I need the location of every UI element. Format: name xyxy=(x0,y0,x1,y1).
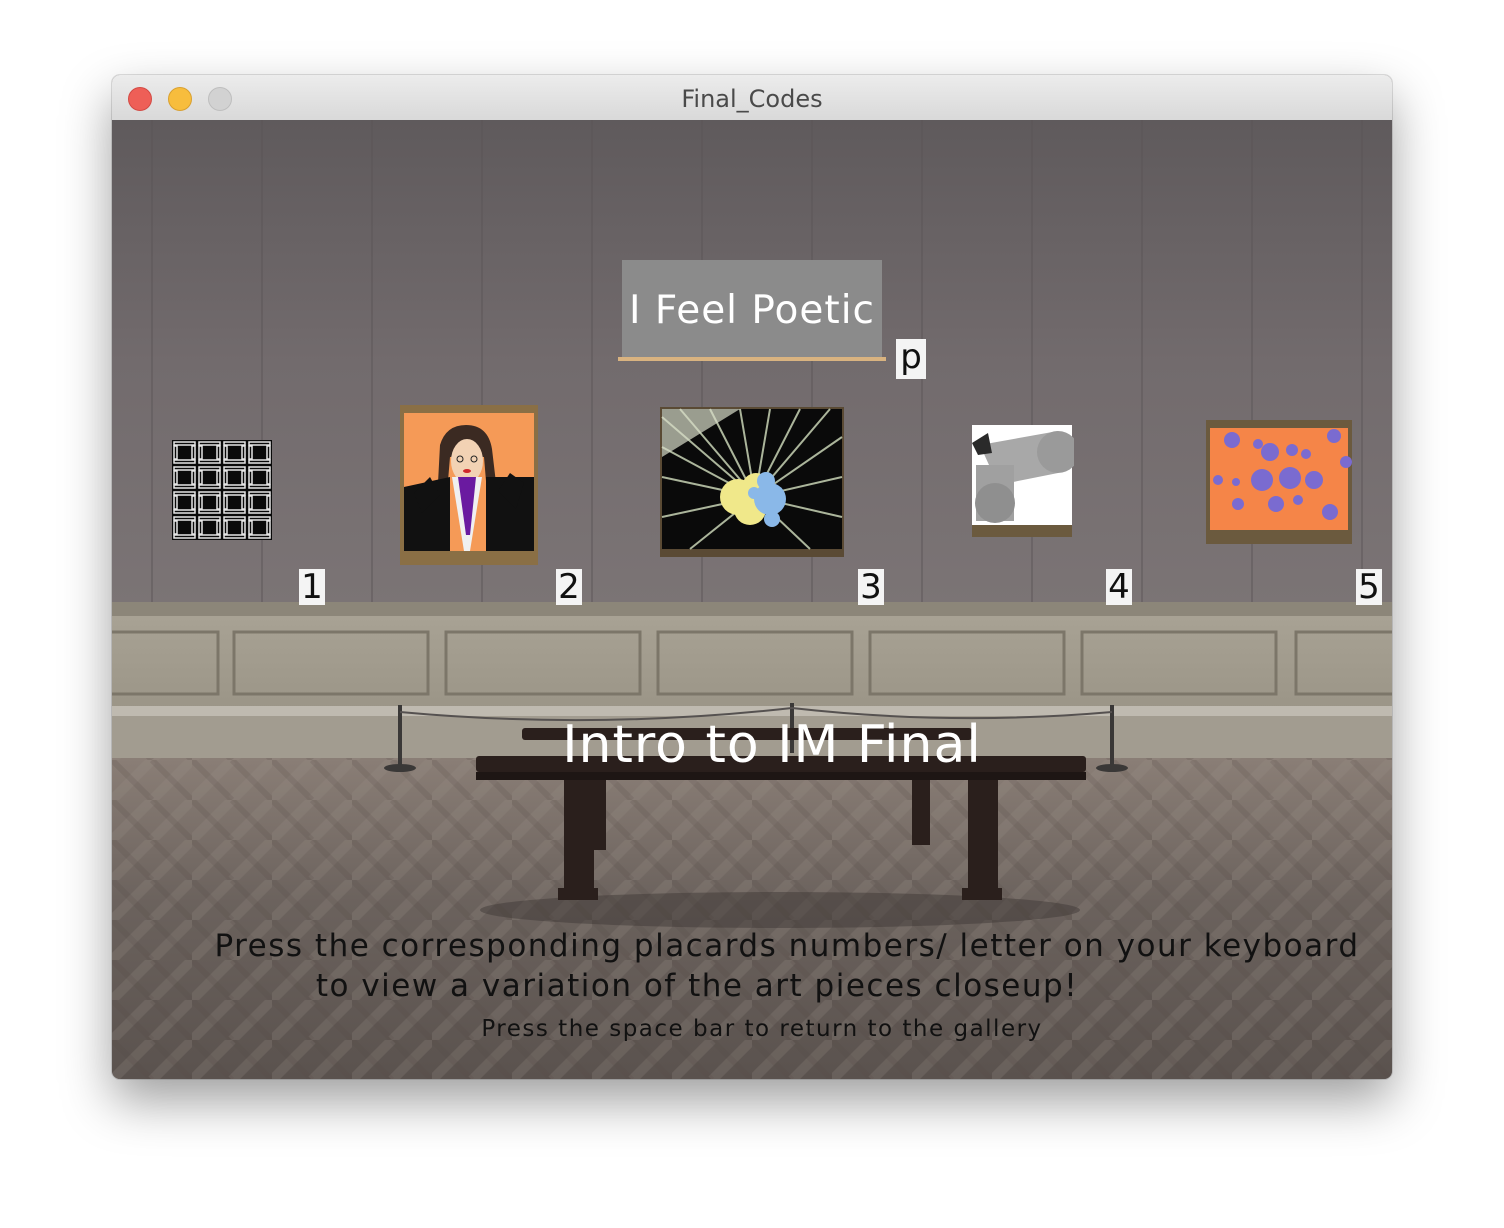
placard-3[interactable]: 3 xyxy=(858,569,884,605)
placard-1[interactable]: 1 xyxy=(299,569,325,605)
instruction-line-3: Press the space bar to return to the gal… xyxy=(481,1016,1043,1042)
instruction-line-1: Press the corresponding placards numbers… xyxy=(214,928,1360,964)
placard-5[interactable]: 5 xyxy=(1356,569,1382,605)
title-bar[interactable]: Final_Codes xyxy=(112,75,1392,121)
poetic-button-label: I Feel Poetic xyxy=(629,288,875,333)
poetic-underline xyxy=(618,357,886,361)
artwork-4 xyxy=(972,425,1074,537)
artwork-5 xyxy=(1206,420,1352,544)
sketch-canvas[interactable]: I Feel Poetic p 1 2 3 4 5 Intro to IM Fi… xyxy=(112,120,1392,1079)
placard-4[interactable]: 4 xyxy=(1106,569,1132,605)
window-title: Final_Codes xyxy=(681,85,823,113)
artwork-3 xyxy=(660,407,844,557)
instruction-line-2: to view a variation of the art pieces cl… xyxy=(315,968,1079,1004)
app-window: Final_Codes I Feel Poetic p 1 2 3 4 5 In… xyxy=(112,75,1392,1079)
placard-p[interactable]: p xyxy=(896,339,926,379)
placard-2[interactable]: 2 xyxy=(556,569,582,605)
page-title: Intro to IM Final xyxy=(562,715,982,775)
artwork-2 xyxy=(400,405,538,565)
artwork-1 xyxy=(172,440,272,540)
